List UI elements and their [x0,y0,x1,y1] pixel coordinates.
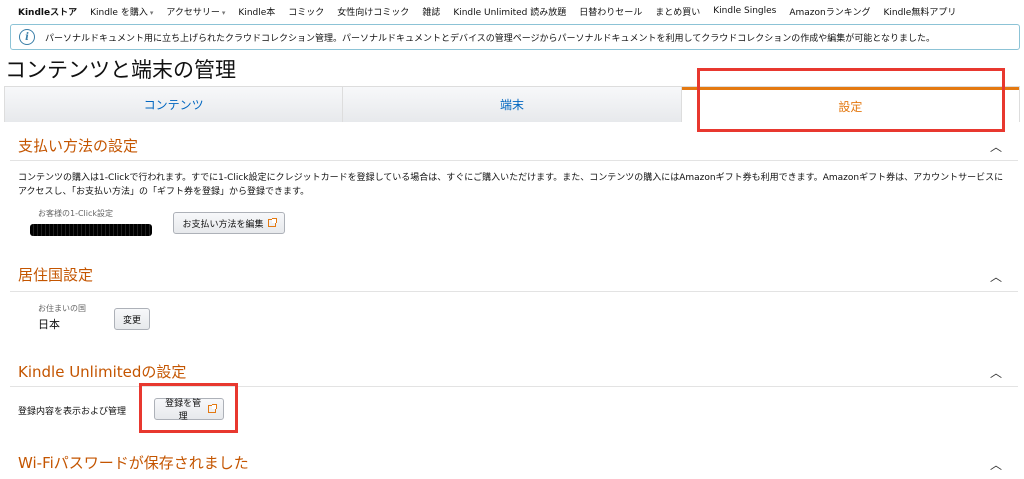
nav-womens-comics[interactable]: 女性向けコミック [337,5,409,18]
edit-payment-label: お支払い方法を編集 [182,219,264,230]
manage-subscription-text: 登録内容を表示および管理 [18,407,127,417]
collapse-payment-icon[interactable]: ︿ [990,138,1002,155]
nav-accessories-label: アクセサリー [166,7,220,18]
tab-bar: コンテンツ 端末 設定 [4,86,1020,122]
nav-buy-kindle[interactable]: Kindle を購入 ▾ [90,5,153,18]
country-value: 日本 [38,318,60,331]
info-icon: i [19,29,35,45]
country-label: お住まいの国 [38,304,86,313]
payment-description: コンテンツの購入は1-Clickで行われます。すでに1-Click設定にクレジッ… [18,173,1004,197]
nav-daily-deals[interactable]: 日替わりセール [579,5,642,18]
info-banner-text: パーソナルドキュメント用に立ち上げられたクラウドコレクション管理。パーソナルドキ… [45,33,936,44]
collapse-residence-icon[interactable]: ︿ [990,268,1002,285]
nav-buy-kindle-label: Kindle を購入 [90,7,148,18]
unlimited-divider [10,386,1018,387]
chevron-down-icon: ▾ [149,8,154,17]
wifi-section-title: Wi-Fiパスワードが保存されました [18,454,249,472]
nav-kindle-store[interactable]: Kindleストア [18,5,77,18]
nav-amazon-ranking[interactable]: Amazonランキング [789,5,870,18]
external-link-icon [267,218,277,227]
nav-kindle-unlimited[interactable]: Kindle Unlimited 読み放題 [453,5,566,18]
oneclick-label: お客様の1-Click設定 [38,209,114,218]
change-country-button[interactable]: 変更 [114,308,150,330]
nav-bundles[interactable]: まとめ買い [655,5,700,18]
change-country-label: 変更 [122,315,141,326]
external-link-icon [208,404,217,413]
residence-divider [10,291,1018,292]
nav-kindle-books[interactable]: Kindle本 [238,5,275,18]
nav-free-app[interactable]: Kindle無料アプリ [883,5,956,18]
collapse-wifi-icon[interactable]: ︿ [990,456,1002,473]
collapse-unlimited-icon[interactable]: ︿ [990,364,1002,381]
info-banner: i パーソナルドキュメント用に立ち上げられたクラウドコレクション管理。パーソナル… [10,24,1020,50]
nav-comics[interactable]: コミック [288,5,324,18]
chevron-down-icon: ▾ [221,8,226,17]
edit-payment-button[interactable]: お支払い方法を編集 [173,212,285,234]
nav-magazines[interactable]: 雑誌 [422,5,440,18]
nav-accessories[interactable]: アクセサリー ▾ [166,5,225,18]
tab-devices[interactable]: 端末 [343,87,682,122]
manage-subscription-label: 登録を管理 [165,399,202,422]
tab-contents[interactable]: コンテンツ [5,87,344,122]
payment-divider [10,160,1018,161]
oneclick-redacted-value [30,224,152,236]
tab-settings[interactable]: 設定 [681,87,1019,122]
nav-kindle-singles[interactable]: Kindle Singles [713,6,776,16]
residence-section-title: 居住国設定 [18,266,94,284]
top-navigation: Kindleストア Kindle を購入 ▾ アクセサリー ▾ Kindle本 コミ… [0,0,1024,22]
unlimited-section-title: Kindle Unlimitedの設定 [18,363,187,381]
page-title: コンテンツと端末の管理 [5,58,236,82]
payment-section-title: 支払い方法の設定 [18,137,139,155]
manage-subscription-button[interactable]: 登録を管理 [154,398,224,422]
